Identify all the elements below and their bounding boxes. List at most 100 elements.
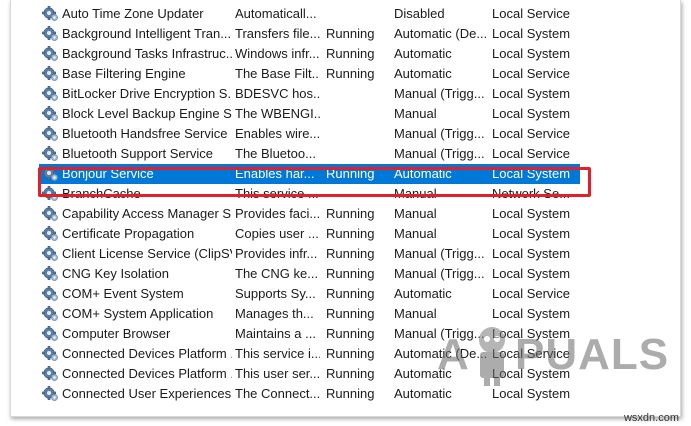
gear-service-icon bbox=[42, 126, 59, 142]
service-status: Running bbox=[326, 306, 375, 321]
service-description: The CNG ke... bbox=[235, 266, 319, 281]
service-startup-type: Manual (Trigg... bbox=[394, 266, 485, 281]
service-name: Auto Time Zone Updater bbox=[62, 6, 204, 21]
service-row[interactable]: Base Filtering Engine The Base Filt... Run… bbox=[11, 64, 680, 84]
service-name: Capability Access Manager S... bbox=[62, 206, 232, 221]
service-row[interactable]: Auto Time Zone Updater Automaticall... Dis… bbox=[11, 4, 680, 24]
service-startup-type: Manual bbox=[394, 206, 437, 221]
gear-service-icon bbox=[42, 326, 59, 342]
service-row[interactable]: COM+ Event System Supports Sy... Running Au… bbox=[11, 284, 680, 304]
service-status: Running bbox=[326, 26, 375, 41]
gear-service-icon bbox=[42, 26, 59, 42]
service-row[interactable]: Certificate Propagation Copies user ... Ru… bbox=[11, 224, 680, 244]
service-description: BDESVC hos... bbox=[235, 86, 320, 101]
service-status: Running bbox=[326, 326, 375, 341]
service-logon-as: Local Service bbox=[492, 126, 571, 141]
site-credit: wsxdn.com bbox=[623, 412, 679, 424]
service-status: Running bbox=[326, 226, 375, 241]
service-description: This user ser... bbox=[235, 366, 320, 381]
service-startup-type: Manual (Trigg... bbox=[394, 126, 485, 141]
service-description: Manages th... bbox=[235, 306, 314, 321]
service-description: Maintains a ... bbox=[235, 326, 316, 341]
service-startup-type: Manual (Trigg... bbox=[394, 246, 485, 261]
service-startup-type: Automatic (De... bbox=[394, 26, 486, 41]
highlight-box bbox=[38, 167, 591, 197]
gear-service-icon bbox=[42, 266, 59, 282]
service-logon-as: Local Service bbox=[492, 286, 571, 301]
service-status: Running bbox=[326, 386, 375, 401]
service-name: Bluetooth Support Service bbox=[62, 146, 214, 161]
service-description: Enables wire... bbox=[235, 126, 320, 141]
service-description: The WBENGI... bbox=[235, 106, 320, 121]
service-startup-type: Automatic bbox=[394, 66, 452, 81]
gear-service-icon bbox=[42, 146, 59, 162]
gear-service-icon bbox=[42, 306, 59, 322]
service-status: Running bbox=[326, 46, 375, 61]
service-row[interactable]: COM+ System Application Manages th... Runn… bbox=[11, 304, 680, 324]
service-name: Background Intelligent Tran... bbox=[62, 26, 232, 41]
service-row[interactable]: Block Level Backup Engine S... The WBENGI… bbox=[11, 104, 680, 124]
service-description: Provides faci... bbox=[235, 206, 320, 221]
service-logon-as: Local System bbox=[492, 246, 571, 261]
service-name: Connected User Experiences ... bbox=[62, 386, 232, 401]
service-name: Block Level Backup Engine S... bbox=[62, 106, 232, 121]
service-row[interactable]: CNG Key Isolation The CNG ke... Running Man… bbox=[11, 264, 680, 284]
service-row[interactable]: BitLocker Drive Encryption S... BDESVC ho… bbox=[11, 84, 680, 104]
service-status: Running bbox=[326, 246, 375, 261]
service-description: Provides infr... bbox=[235, 246, 318, 261]
gear-service-icon bbox=[42, 226, 59, 242]
service-logon-as: Local System bbox=[492, 226, 571, 241]
service-row[interactable]: Bluetooth Support Service The Bluetoo... M… bbox=[11, 144, 680, 164]
service-description: Windows infr... bbox=[235, 46, 320, 61]
service-status: Running bbox=[326, 366, 375, 381]
service-name: Client License Service (ClipSV bbox=[62, 246, 232, 261]
service-name: CNG Key Isolation bbox=[62, 266, 169, 281]
service-name: Background Tasks Infrastruc... bbox=[62, 46, 232, 61]
service-logon-as: Local Service bbox=[492, 146, 571, 161]
appuals-watermark: A PUALS bbox=[437, 322, 668, 392]
service-logon-as: Local Service bbox=[492, 66, 571, 81]
service-name: Connected Devices Platform ... bbox=[62, 346, 232, 361]
gear-service-icon bbox=[42, 106, 59, 122]
service-row[interactable]: Capability Access Manager S... Provides f… bbox=[11, 204, 680, 224]
gear-service-icon bbox=[42, 246, 59, 262]
service-description: Transfers file... bbox=[235, 26, 320, 41]
service-row[interactable]: Client License Service (ClipSV Provides i… bbox=[11, 244, 680, 264]
service-logon-as: Local Service bbox=[492, 6, 571, 21]
service-status: Running bbox=[326, 286, 375, 301]
service-startup-type: Automatic bbox=[394, 286, 452, 301]
service-startup-type: Manual (Trigg... bbox=[394, 86, 485, 101]
service-logon-as: Local System bbox=[492, 266, 571, 281]
service-status: Running bbox=[326, 346, 375, 361]
gear-service-icon bbox=[42, 286, 59, 302]
service-name: Base Filtering Engine bbox=[62, 66, 186, 81]
service-name: Connected Devices Platform ... bbox=[62, 366, 232, 381]
service-name: Computer Browser bbox=[62, 326, 171, 341]
service-startup-type: Manual bbox=[394, 106, 437, 121]
watermark-text: PUALS bbox=[515, 330, 670, 379]
service-name: Certificate Propagation bbox=[62, 226, 195, 241]
service-name: COM+ Event System bbox=[62, 286, 184, 301]
service-logon-as: Local System bbox=[492, 306, 571, 321]
service-name: Bluetooth Handsfree Service bbox=[62, 126, 228, 141]
service-row[interactable]: Bluetooth Handsfree Service Enables wire.… bbox=[11, 124, 680, 144]
service-startup-type: Manual bbox=[394, 306, 437, 321]
service-logon-as: Local System bbox=[492, 206, 571, 221]
service-row[interactable]: Background Tasks Infrastruc... Windows in… bbox=[11, 44, 680, 64]
watermark-letter-a: A bbox=[437, 330, 470, 379]
gear-service-icon bbox=[42, 86, 59, 102]
service-logon-as: Local System bbox=[492, 86, 571, 101]
service-name: COM+ System Application bbox=[62, 306, 214, 321]
gear-service-icon bbox=[42, 346, 59, 362]
gear-service-icon bbox=[42, 206, 59, 222]
service-row[interactable]: Background Intelligent Tran... Transfers … bbox=[11, 24, 680, 44]
gear-service-icon bbox=[42, 66, 59, 82]
service-description: The Bluetoo... bbox=[235, 146, 316, 161]
service-startup-type: Automatic bbox=[394, 46, 452, 61]
service-status: Running bbox=[326, 266, 375, 281]
service-description: Copies user ... bbox=[235, 226, 319, 241]
service-startup-type: Disabled bbox=[394, 6, 445, 21]
service-logon-as: Local System bbox=[492, 26, 571, 41]
mascot-logo bbox=[479, 327, 505, 386]
service-logon-as: Local System bbox=[492, 106, 571, 121]
